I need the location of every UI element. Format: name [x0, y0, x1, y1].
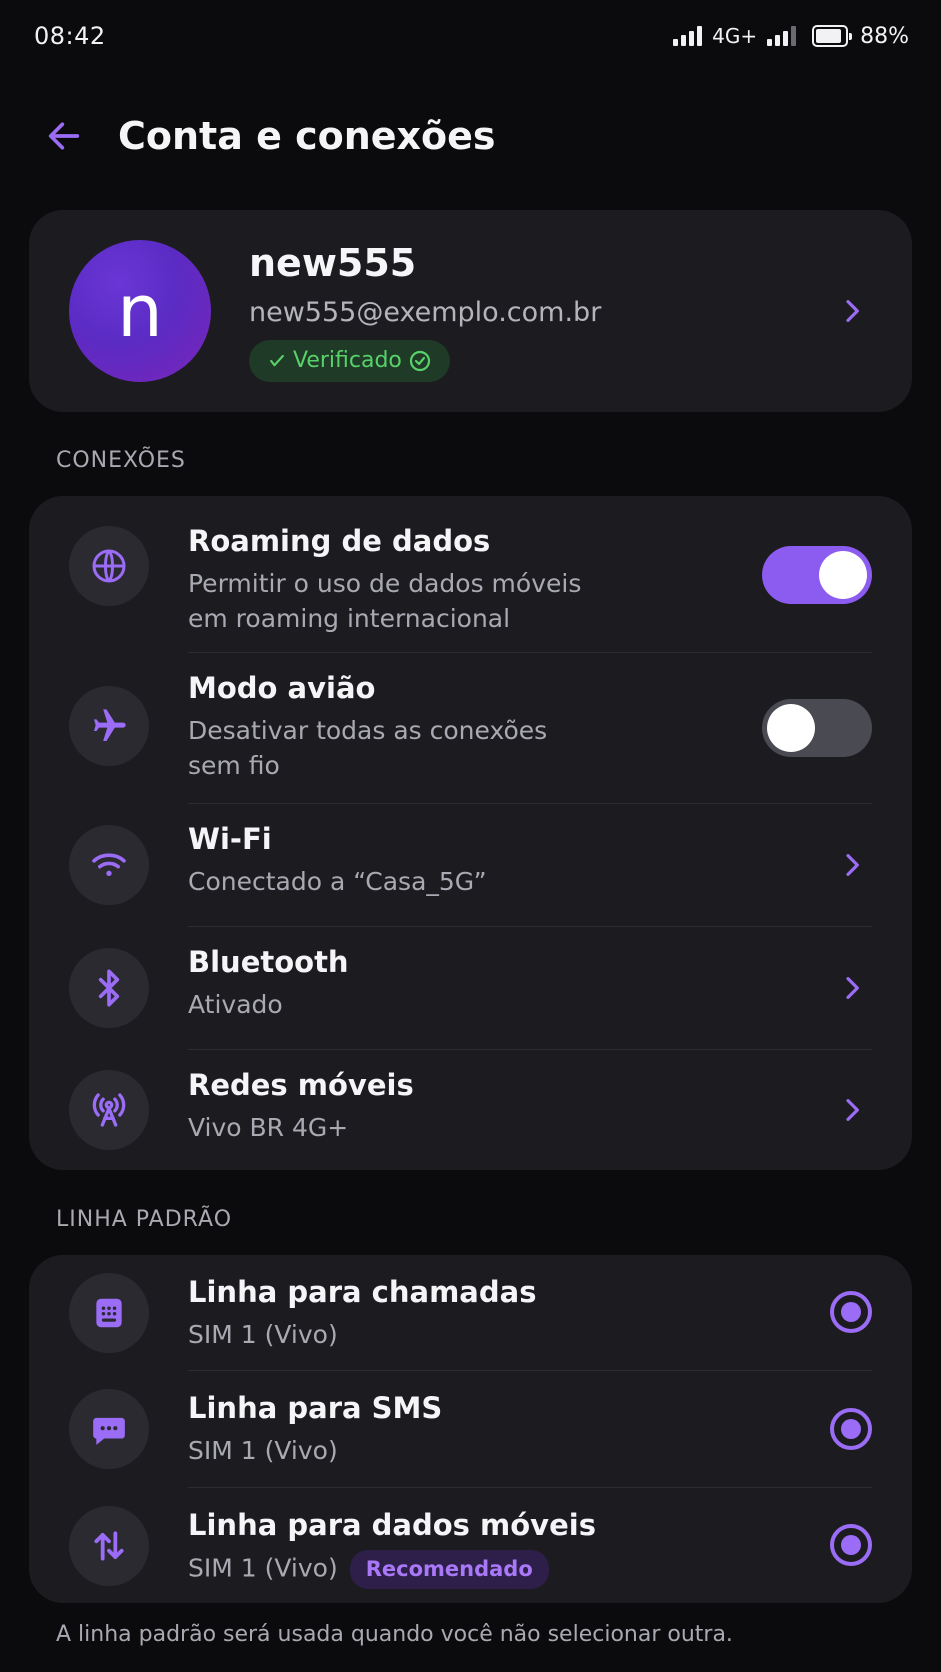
verified-badge: Verificado — [249, 339, 450, 382]
row-subtitle: Conectado a “Casa_5G” — [188, 867, 487, 896]
row-text: Linha para chamadas SIM 1 (Vivo) — [188, 1275, 536, 1352]
row-title: Bluetooth — [188, 945, 349, 979]
chevron-right-icon — [832, 845, 872, 885]
back-button[interactable] — [40, 112, 88, 160]
profile-info: new555 new555@exemplo.com.br Verificado — [249, 241, 832, 382]
row-airplane-mode[interactable]: Modo avião Desativar todas as conexões s… — [29, 653, 912, 803]
row-data-roaming[interactable]: Roaming de dados Permitir o uso de dados… — [29, 496, 912, 652]
chevron-right-icon — [832, 968, 872, 1008]
footer-note: A linha padrão será usada quando você nã… — [56, 1622, 733, 1647]
recommended-badge: Recomendado — [349, 1550, 549, 1589]
status-indicators: 4G+ 88% — [673, 24, 909, 49]
row-subtitle: Ativado — [188, 990, 283, 1019]
battery-icon — [812, 25, 853, 47]
row-text: Linha para dados móveis SIM 1 (Vivo) Reco… — [188, 1508, 596, 1589]
signal-strength-icon — [673, 26, 703, 46]
roaming-toggle[interactable] — [762, 546, 872, 604]
default-line-card: Linha para chamadas SIM 1 (Vivo) Linha p… — [29, 1255, 912, 1603]
row-subtitle: SIM 1 (Vivo) — [188, 1436, 338, 1465]
section-label-default-line: LINHA PADRÃO — [56, 1207, 233, 1232]
row-subtitle: Permitir o uso de dados móveis em roamin… — [188, 566, 581, 636]
connections-card: Roaming de dados Permitir o uso de dados… — [29, 496, 912, 1170]
airplane-icon — [69, 686, 149, 766]
chat-icon — [69, 1389, 149, 1469]
chevron-right-icon — [832, 1090, 872, 1130]
row-text: Wi-Fi Conectado a “Casa_5G” — [188, 822, 487, 899]
profile-name: new555 — [249, 240, 417, 285]
row-title: Roaming de dados — [188, 524, 491, 558]
row-subtitle-line: Permitir o uso de dados móveis — [188, 569, 582, 598]
check-small-icon — [270, 354, 284, 366]
row-wifi[interactable]: Wi-Fi Conectado a “Casa_5G” — [29, 804, 912, 926]
row-text: Bluetooth Ativado — [188, 945, 349, 1022]
section-label-connections: CONEXÕES — [56, 448, 186, 473]
row-line-sms[interactable]: Linha para SMS SIM 1 (Vivo) — [29, 1371, 912, 1487]
row-title: Redes móveis — [188, 1068, 414, 1102]
row-subtitle-line: Desativar todas as conexões — [188, 716, 548, 745]
battery-percent: 88% — [860, 23, 909, 49]
row-text: Roaming de dados Permitir o uso de dados… — [188, 524, 581, 636]
signal-strength-2-icon — [767, 26, 797, 46]
profile-card[interactable]: n new555 new555@exemplo.com.br Verificad… — [29, 210, 912, 412]
row-text: Modo avião Desativar todas as conexões s… — [188, 671, 547, 783]
globe-icon — [69, 526, 149, 606]
data-transfer-icon — [69, 1506, 149, 1586]
bluetooth-icon — [69, 948, 149, 1028]
avatar-initial: n — [117, 269, 163, 353]
radio-mobile-data[interactable] — [830, 1524, 872, 1566]
row-title: Modo avião — [188, 671, 376, 705]
dialpad-icon — [69, 1273, 149, 1353]
toggle-knob — [767, 704, 815, 752]
row-line-calls[interactable]: Linha para chamadas SIM 1 (Vivo) — [29, 1255, 912, 1370]
row-subtitle: Vivo BR 4G+ — [188, 1113, 349, 1142]
row-subtitle: SIM 1 (Vivo) — [188, 1320, 338, 1349]
row-line-mobile-data[interactable]: Linha para dados móveis SIM 1 (Vivo) Reco… — [29, 1488, 912, 1603]
status-bar: 08:42 4G+ 88% — [0, 0, 941, 72]
row-subtitle-line: sem fio — [188, 751, 280, 780]
radio-dot — [841, 1535, 861, 1555]
row-title: Linha para dados móveis — [188, 1508, 596, 1542]
row-subtitle-text: SIM 1 (Vivo) — [188, 1553, 338, 1583]
row-text: Redes móveis Vivo BR 4G+ — [188, 1068, 414, 1145]
row-title: Linha para chamadas — [188, 1275, 537, 1309]
toggle-knob — [819, 551, 867, 599]
radio-dot — [841, 1419, 861, 1439]
row-subtitle-line: em roaming internacional — [188, 604, 511, 633]
row-mobile-networks[interactable]: Redes móveis Vivo BR 4G+ — [29, 1050, 912, 1170]
row-text: Linha para SMS SIM 1 (Vivo) — [188, 1391, 442, 1468]
radio-calls[interactable] — [830, 1291, 872, 1333]
network-type: 4G+ — [712, 24, 758, 48]
radio-sms[interactable] — [830, 1408, 872, 1450]
radio-dot — [841, 1302, 861, 1322]
wifi-icon — [69, 825, 149, 905]
row-title: Wi-Fi — [188, 822, 272, 856]
status-time: 08:42 — [34, 22, 106, 50]
arrow-left-icon — [48, 122, 80, 150]
row-subtitle: SIM 1 (Vivo) Recomendado — [188, 1550, 596, 1589]
row-subtitle: Desativar todas as conexões sem fio — [188, 713, 547, 783]
profile-chevron-icon — [832, 291, 872, 331]
airplane-mode-toggle[interactable] — [762, 699, 872, 757]
verified-label: Verificado — [293, 348, 402, 373]
profile-email: new555@exemplo.com.br — [249, 296, 602, 328]
cell-tower-icon — [69, 1070, 149, 1150]
check-circle-icon — [409, 350, 431, 371]
row-bluetooth[interactable]: Bluetooth Ativado — [29, 927, 912, 1049]
avatar: n — [69, 240, 211, 382]
row-title: Linha para SMS — [188, 1391, 443, 1425]
page-title: Conta e conexões — [118, 114, 496, 158]
app-header: Conta e conexões — [0, 96, 941, 176]
